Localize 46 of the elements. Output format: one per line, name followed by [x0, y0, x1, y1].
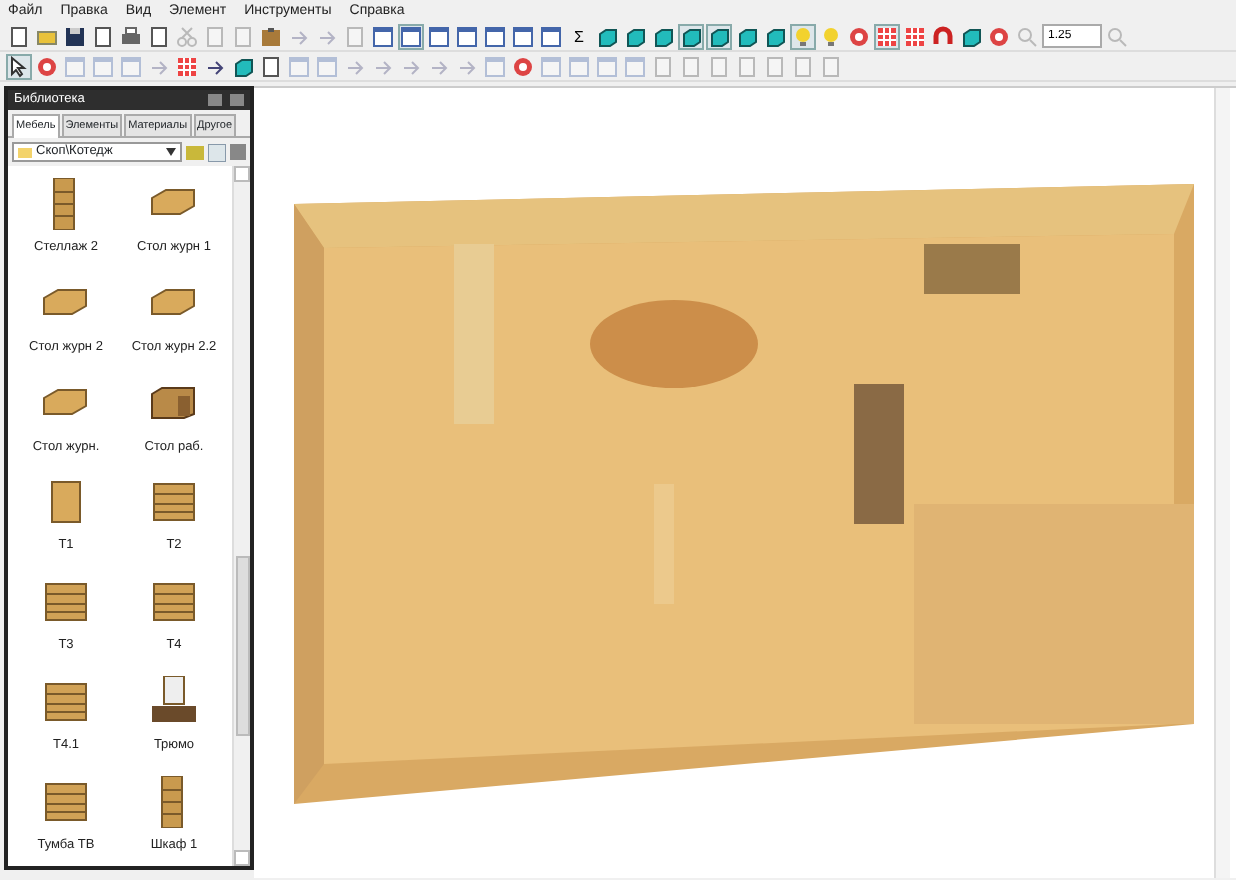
pin-button[interactable] [208, 94, 222, 106]
grid-button[interactable] [874, 23, 900, 49]
scroll-down-button[interactable] [234, 850, 250, 866]
scrollbar[interactable] [1214, 88, 1230, 878]
page-button[interactable] [6, 23, 32, 49]
cube-button[interactable] [678, 23, 704, 49]
target-button[interactable] [846, 23, 872, 49]
page-button[interactable] [258, 53, 284, 79]
clipboard-button[interactable] [258, 23, 284, 49]
cube-button[interactable] [650, 23, 676, 49]
magnet-button[interactable] [930, 23, 956, 49]
target-button[interactable] [510, 53, 536, 79]
sum-button[interactable]: Σ [566, 23, 592, 49]
close-button[interactable] [230, 94, 244, 106]
sort-icon[interactable] [208, 143, 226, 161]
target-button[interactable] [34, 53, 60, 79]
caret-icon [166, 148, 176, 156]
cube-button[interactable] [230, 53, 256, 79]
disk-button[interactable] [62, 23, 88, 49]
cursor-button[interactable] [6, 53, 32, 79]
cube-button[interactable] [622, 23, 648, 49]
printer-button[interactable] [118, 23, 144, 49]
cube-button[interactable] [958, 23, 984, 49]
scroll-thumb[interactable] [235, 556, 249, 736]
page-button[interactable] [146, 23, 172, 49]
window-button[interactable] [426, 23, 452, 49]
cube-button[interactable] [706, 23, 732, 49]
window-button[interactable] [454, 23, 480, 49]
cube-button[interactable] [762, 23, 788, 49]
page-button[interactable] [90, 23, 116, 49]
bulb-button[interactable] [790, 23, 816, 49]
scrollbar[interactable] [232, 166, 250, 866]
cube-button[interactable] [734, 23, 760, 49]
bulb-button[interactable] [818, 23, 844, 49]
window-button[interactable] [370, 23, 396, 49]
window-button[interactable] [482, 23, 508, 49]
scroll-up-button[interactable] [234, 166, 250, 182]
cube-button[interactable] [594, 23, 620, 49]
window-button[interactable] [398, 23, 424, 49]
window-button[interactable] [538, 23, 564, 49]
grid-icon[interactable] [230, 144, 246, 160]
folder-icon [18, 146, 32, 158]
window-button[interactable] [510, 23, 536, 49]
dressing-table-icon [150, 675, 198, 728]
target-button[interactable] [986, 23, 1012, 49]
folder-icon[interactable] [186, 144, 204, 160]
